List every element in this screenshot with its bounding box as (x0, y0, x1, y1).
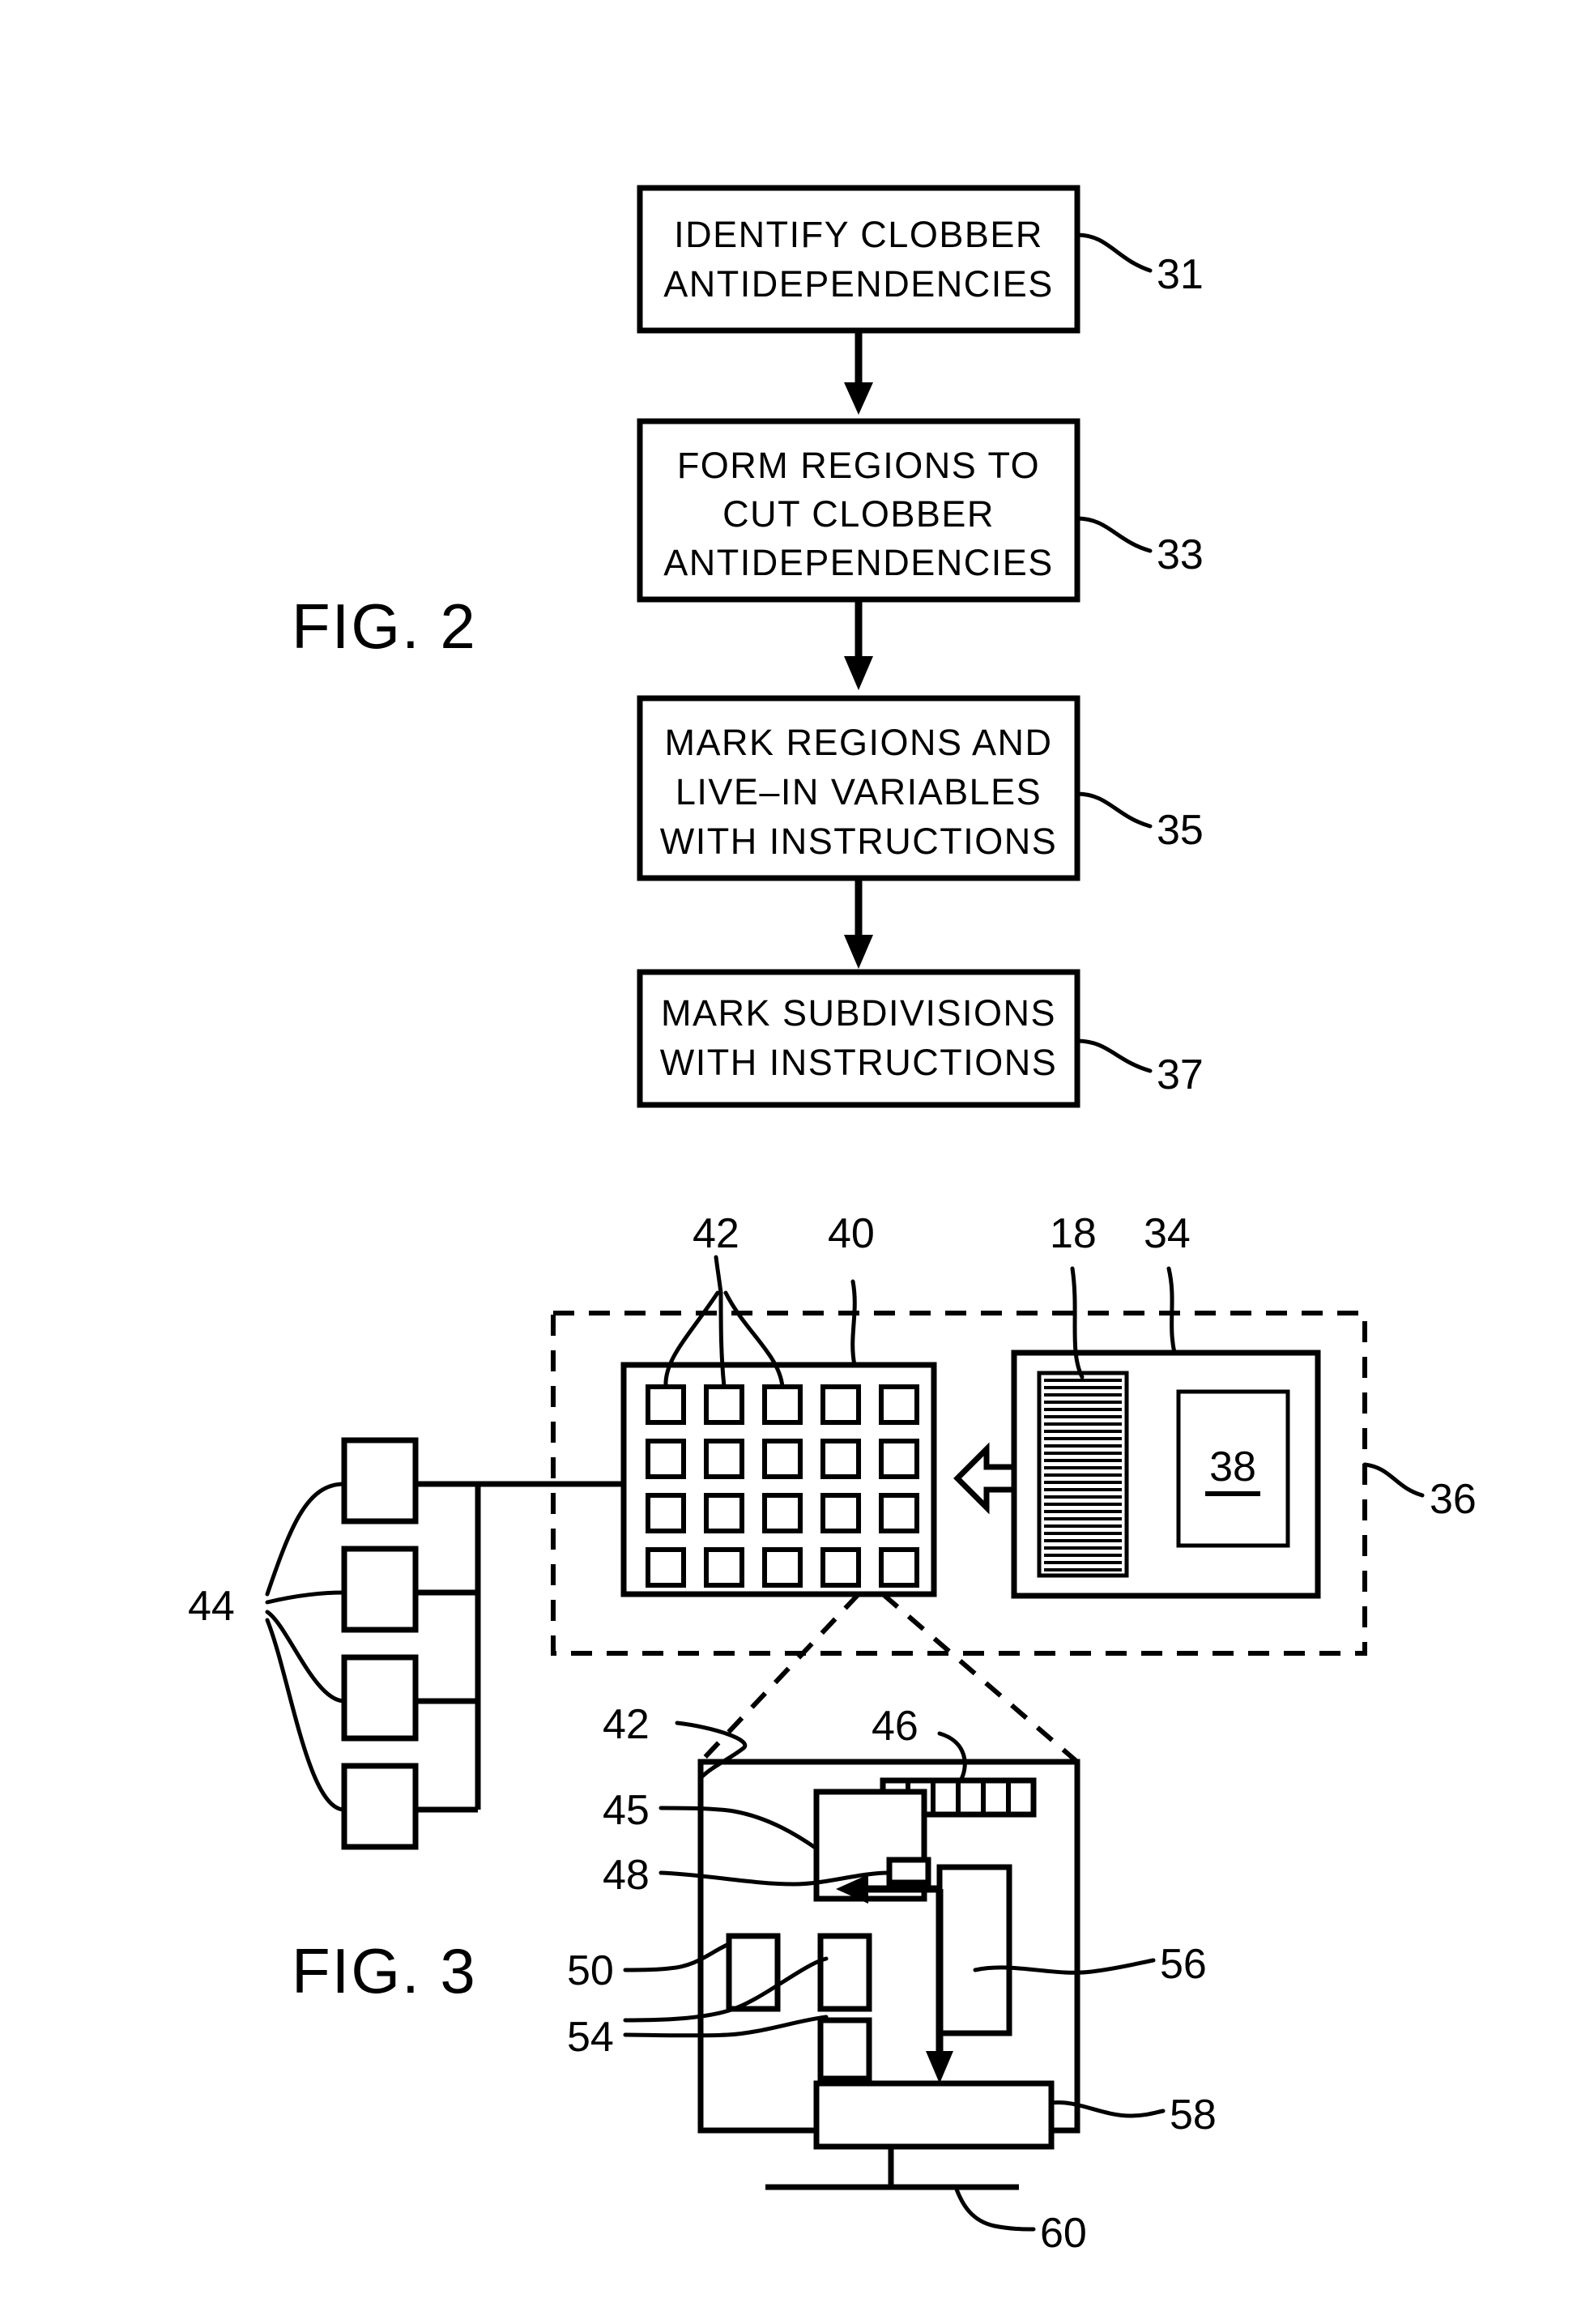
ref-number-44: 44 (188, 1583, 235, 1630)
patent-drawing-sheet: FIG. 2 IDENTIFY CLOBBER ANTIDEPENDENCIES… (0, 0, 1594, 2324)
flow-step-31-line-2: ANTIDEPENDENCIES (663, 263, 1054, 305)
leader-line-33 (1075, 516, 1153, 553)
processor-cell[interactable] (646, 1439, 686, 1479)
pipeline-unit-box[interactable] (936, 1864, 1012, 2036)
drawing-canvas: FIG. 2 IDENTIFY CLOBBER ANTIDEPENDENCIES… (188, 185, 1477, 2257)
flow-arrow-31-33 (844, 330, 873, 415)
processor-cell[interactable] (762, 1384, 803, 1425)
processor-cell[interactable] (646, 1547, 686, 1588)
processor-cell[interactable] (762, 1493, 803, 1533)
leader-line-60 (953, 2185, 1036, 2232)
flow-arrow-35-37 (844, 878, 873, 969)
ref-number-36: 36 (1430, 1476, 1477, 1523)
flow-step-33-line-2: CUT CLOBBER (722, 493, 995, 535)
callout-44-group (265, 1482, 347, 1812)
flow-step-identify[interactable]: IDENTIFY CLOBBER ANTIDEPENDENCIES (637, 185, 1080, 334)
processor-cell[interactable] (704, 1493, 744, 1533)
flow-step-37-line-1: MARK SUBDIVISIONS (661, 992, 1056, 1034)
ref-number-45: 45 (603, 1787, 650, 1834)
ref-number-58: 58 (1170, 2092, 1217, 2139)
processor-cell[interactable] (704, 1439, 744, 1479)
processor-cell[interactable] (704, 1547, 744, 1588)
flow-step-35-line-3: WITH INSTRUCTIONS (660, 821, 1057, 862)
ref-number-38: 38 (1209, 1443, 1256, 1490)
ref-number-35: 35 (1157, 807, 1204, 854)
processor-cell[interactable] (762, 1439, 803, 1479)
flow-step-form-regions[interactable]: FORM REGIONS TO CUT CLOBBER ANTIDEPENDEN… (637, 418, 1080, 603)
leader-line-36 (1362, 1462, 1425, 1498)
ref-number-18: 18 (1050, 1210, 1097, 1257)
flow-step-33-line-1: FORM REGIONS TO (677, 445, 1040, 486)
ref-number-37: 37 (1157, 1051, 1204, 1098)
flow-step-37-line-2: WITH INSTRUCTIONS (660, 1042, 1057, 1083)
flow-step-box-31[interactable] (637, 185, 1080, 334)
ref-number-42-system: 42 (693, 1210, 739, 1257)
ref-number-50: 50 (567, 1947, 614, 1994)
functional-unit-b-box[interactable] (817, 1933, 872, 2012)
processor-cell[interactable] (762, 1547, 803, 1588)
ref-number-56: 56 (1160, 1941, 1207, 1988)
fig3-caption: FIG. 3 (292, 1935, 477, 2006)
peripheral-box[interactable] (341, 1437, 419, 1524)
ref-number-60: 60 (1040, 2210, 1087, 2257)
peripheral-box[interactable] (341, 1546, 419, 1633)
ref-number-31: 31 (1157, 251, 1204, 298)
system-bus-group (765, 2147, 1019, 2190)
functional-unit-b-sub-box[interactable] (817, 2017, 872, 2082)
processor-cell[interactable] (646, 1384, 686, 1425)
flow-step-33-line-3: ANTIDEPENDENCIES (663, 542, 1054, 583)
leader-line-40 (850, 1279, 857, 1367)
processor-cell[interactable] (704, 1384, 744, 1425)
ref-number-34: 34 (1144, 1210, 1191, 1257)
processor-cell[interactable] (879, 1384, 919, 1425)
ref-number-40: 40 (828, 1210, 875, 1257)
processor-cell[interactable] (879, 1439, 919, 1479)
flow-step-mark-regions[interactable]: MARK REGIONS AND LIVE–IN VARIABLES WITH … (637, 695, 1080, 881)
flow-step-35-line-1: MARK REGIONS AND (664, 722, 1052, 763)
ref-number-46: 46 (872, 1703, 918, 1750)
peripheral-box[interactable] (341, 1763, 419, 1850)
memory-bank-stripes[interactable] (1037, 1371, 1129, 1578)
bus-interface-box[interactable] (813, 2080, 1055, 2150)
flow-step-31-line-1: IDENTIFY CLOBBER (674, 214, 1043, 255)
peripheral-box[interactable] (341, 1654, 419, 1742)
ref-number-42-detail: 42 (603, 1701, 650, 1748)
figure-2-group: FIG. 2 IDENTIFY CLOBBER ANTIDEPENDENCIES… (292, 185, 1204, 1108)
figure-3-group: FIG. 3 36 42 40 34 18 38 44 42 46 45 48 … (188, 1210, 1477, 2257)
flow-step-35-line-2: LIVE–IN VARIABLES (676, 771, 1042, 812)
fig2-caption: FIG. 2 (292, 591, 477, 662)
processor-cell[interactable] (820, 1439, 861, 1479)
processor-cell[interactable] (879, 1547, 919, 1588)
ref-number-54: 54 (567, 2014, 614, 2061)
peripheral-group (341, 1437, 624, 1850)
processor-cell[interactable] (879, 1493, 919, 1533)
ref-number-48: 48 (603, 1852, 650, 1899)
leader-line-37 (1075, 1038, 1153, 1073)
ref-number-33: 33 (1157, 531, 1204, 578)
flow-arrow-33-35 (844, 599, 873, 690)
cache-entry-box[interactable] (886, 1857, 931, 1886)
processor-cell[interactable] (646, 1493, 686, 1533)
processor-cell[interactable] (820, 1384, 861, 1425)
processor-cell[interactable] (820, 1493, 861, 1533)
leader-line-35 (1075, 791, 1153, 829)
processor-cell[interactable] (820, 1547, 861, 1588)
flow-step-mark-subdivisions[interactable]: MARK SUBDIVISIONS WITH INSTRUCTIONS (637, 969, 1080, 1108)
leader-line-31 (1075, 232, 1153, 273)
